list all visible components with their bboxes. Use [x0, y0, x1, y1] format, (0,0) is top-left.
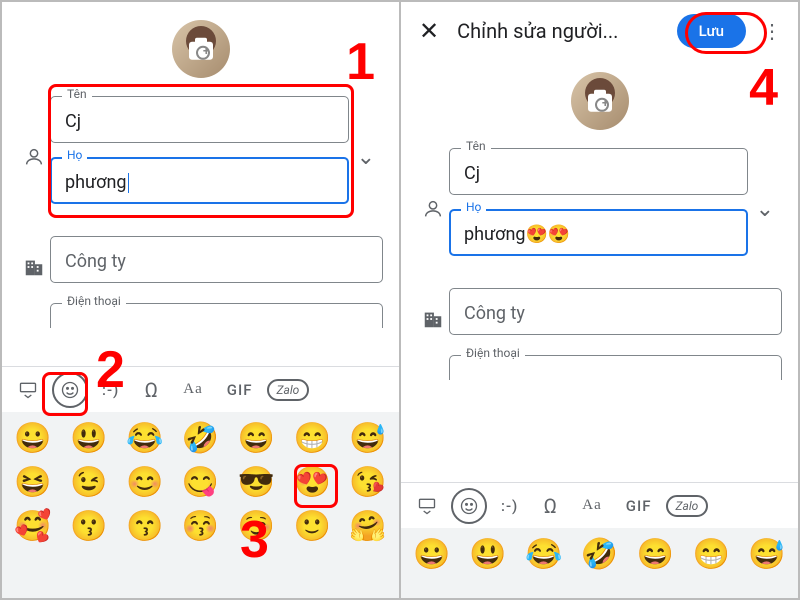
emoji-🤣[interactable]: 🤣 — [176, 420, 226, 458]
emoji-😂[interactable]: 😂 — [120, 420, 170, 458]
zalo-tab[interactable]: Zalo — [267, 379, 310, 401]
emoji-😅[interactable]: 😅 — [742, 536, 792, 574]
person-icon — [18, 146, 50, 168]
step-1-label: 1 — [346, 32, 375, 92]
phone-label: Điện thoại — [461, 346, 525, 360]
emoji-grid: 😀😃😂🤣😄😁😅 😆😉😊😋😎😍😘 🥰😗😙😚☺️🙂🤗 — [2, 412, 399, 554]
symbols-tab[interactable]: Ω — [532, 488, 568, 524]
keyboard: :-) Ω Aa GIF Zalo 😀😃😂🤣😄😁😅 — [401, 482, 798, 598]
right-pane: ✕ Chỉnh sửa người... Lưu ⋮ + Tên Cj Họ p… — [401, 2, 798, 598]
avatar[interactable]: + — [571, 72, 629, 130]
keyboard-collapse-icon[interactable] — [8, 374, 48, 406]
first-name-label: Tên — [62, 87, 92, 101]
save-button[interactable]: Lưu — [677, 14, 746, 48]
emoji-😎[interactable]: 😎 — [231, 464, 281, 502]
emoticon-tab[interactable]: :-) — [491, 491, 528, 521]
emoji-😙[interactable]: 😙 — [120, 508, 170, 546]
emoji-😅[interactable]: 😅 — [343, 420, 393, 458]
emoji-😁[interactable]: 😁 — [686, 536, 736, 574]
emoji-grid: 😀😃😂🤣😄😁😅 — [401, 528, 798, 582]
emoji-😄[interactable]: 😄 — [231, 420, 281, 458]
emoji-😃[interactable]: 😃 — [64, 420, 114, 458]
close-icon[interactable]: ✕ — [411, 13, 447, 49]
company-icon — [18, 256, 50, 278]
emoji-😚[interactable]: 😚 — [176, 508, 226, 546]
gif-tab[interactable]: GIF — [616, 491, 662, 521]
page-title: Chỉnh sửa người... — [457, 19, 667, 43]
emoji-🥰[interactable]: 🥰 — [8, 508, 58, 546]
emoji-😗[interactable]: 😗 — [64, 508, 114, 546]
top-bar: ✕ Chỉnh sửa người... Lưu ⋮ — [401, 2, 798, 60]
emoji-😍[interactable]: 😍 — [287, 464, 337, 502]
emoji-😀[interactable]: 😀 — [407, 536, 457, 574]
emoji-☺️[interactable]: ☺️ — [231, 508, 281, 546]
last-name-value: phương — [65, 172, 127, 193]
chevron-down-icon[interactable]: ⌄ — [748, 197, 782, 222]
last-name-label: Họ — [62, 148, 87, 162]
last-name-field[interactable]: Họ phương — [50, 157, 349, 204]
emoji-😀[interactable]: 😀 — [8, 420, 58, 458]
company-placeholder: Công ty — [50, 236, 383, 283]
emoji-😋[interactable]: 😋 — [176, 464, 226, 502]
last-name-field[interactable]: Họ phương😍😍 — [449, 209, 748, 256]
emoji-🤣[interactable]: 🤣 — [575, 536, 625, 574]
company-placeholder: Công ty — [449, 288, 782, 335]
company-field[interactable]: Công ty — [50, 236, 383, 283]
emoji-🤗[interactable]: 🤗 — [343, 508, 393, 546]
keyboard-toolbar: :-) Ω Aa GIF Zalo — [401, 482, 798, 528]
first-name-label: Tên — [461, 139, 491, 153]
emoji-😊[interactable]: 😊 — [120, 464, 170, 502]
emoji-🙂[interactable]: 🙂 — [287, 508, 337, 546]
first-name-value: Cj — [65, 111, 81, 132]
keyboard: :-) Ω Aa GIF Zalo 😀😃😂🤣😄😁😅 😆😉😊😋😎😍😘 🥰😗😙😚☺️🙂🤗 — [2, 366, 399, 598]
keyboard-toolbar: :-) Ω Aa GIF Zalo — [2, 366, 399, 412]
emoji-😃[interactable]: 😃 — [463, 536, 513, 574]
emoji-tab-icon[interactable] — [451, 488, 487, 524]
font-tab[interactable]: Aa — [173, 375, 213, 404]
last-name-value: phương😍😍 — [464, 224, 570, 245]
left-pane: + Tên Cj Họ phương ⌄ — [2, 2, 399, 598]
emoticon-tab[interactable]: :-) — [92, 375, 129, 405]
phone-field[interactable]: Điện thoại — [449, 355, 782, 380]
keyboard-collapse-icon[interactable] — [407, 490, 447, 522]
phone-field[interactable]: Điện thoại — [50, 303, 383, 328]
last-name-label: Họ — [461, 200, 486, 214]
emoji-😉[interactable]: 😉 — [64, 464, 114, 502]
phone-label: Điện thoại — [62, 294, 126, 308]
avatar[interactable]: + — [172, 20, 230, 78]
emoji-😁[interactable]: 😁 — [287, 420, 337, 458]
emoji-😄[interactable]: 😄 — [630, 536, 680, 574]
first-name-field[interactable]: Tên Cj — [449, 148, 748, 195]
company-field[interactable]: Công ty — [449, 288, 782, 335]
person-icon — [417, 198, 449, 220]
font-tab[interactable]: Aa — [572, 491, 612, 520]
emoji-😘[interactable]: 😘 — [343, 464, 393, 502]
chevron-down-icon[interactable]: ⌄ — [349, 145, 383, 170]
company-icon — [417, 308, 449, 330]
emoji-😆[interactable]: 😆 — [8, 464, 58, 502]
gif-tab[interactable]: GIF — [217, 375, 263, 405]
more-icon[interactable]: ⋮ — [756, 15, 788, 47]
zalo-tab[interactable]: Zalo — [666, 495, 709, 517]
symbols-tab[interactable]: Ω — [133, 372, 169, 408]
first-name-value: Cj — [464, 163, 480, 184]
first-name-field[interactable]: Tên Cj — [50, 96, 349, 143]
emoji-😂[interactable]: 😂 — [519, 536, 569, 574]
emoji-tab-icon[interactable] — [52, 372, 88, 408]
